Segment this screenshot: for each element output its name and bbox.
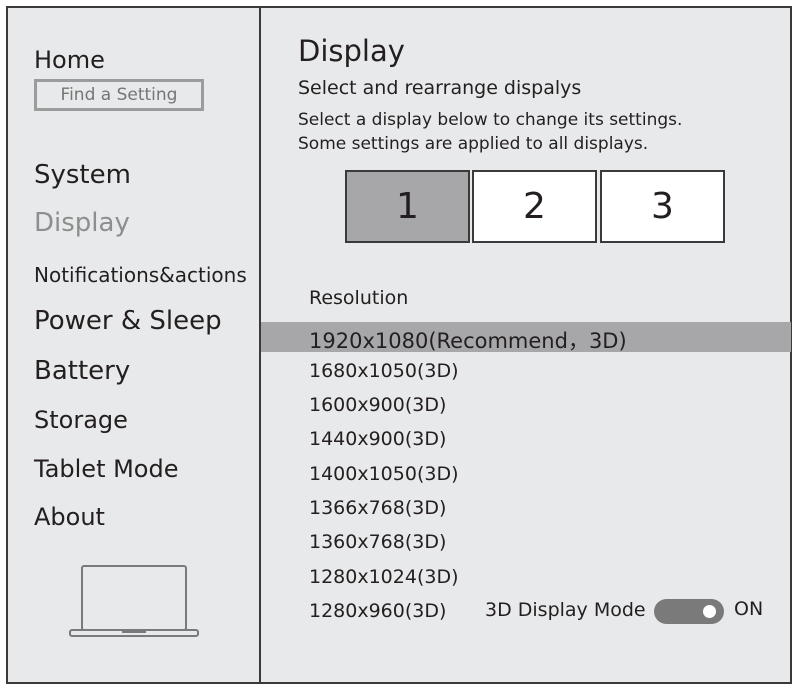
sidebar-item-tablet-mode[interactable]: Tablet Mode xyxy=(34,455,179,483)
sidebar-item-about[interactable]: About xyxy=(34,503,105,531)
resolution-option[interactable]: 1920x1080(Recommend，3D) xyxy=(309,325,627,355)
3d-mode-label: 3D Display Mode xyxy=(485,599,646,621)
resolution-option[interactable]: 1280x960(3D) xyxy=(309,600,446,622)
resolution-option[interactable]: 1280x1024(3D) xyxy=(309,566,459,588)
resolution-option[interactable]: 1366x768(3D) xyxy=(309,497,446,519)
page-subtitle: Select and rearrange dispalys xyxy=(298,77,582,99)
resolution-option[interactable]: 1400x1050(3D) xyxy=(309,463,459,485)
description-line-2: Some settings are applied to all display… xyxy=(298,134,649,154)
resolution-option[interactable]: 1680x1050(3D) xyxy=(309,360,459,382)
3d-mode-toggle[interactable] xyxy=(654,599,724,624)
sidebar-item-battery[interactable]: Battery xyxy=(34,356,130,386)
monitor-1[interactable]: 1 xyxy=(345,170,470,243)
sidebar-item-system[interactable]: System xyxy=(34,160,131,190)
3d-mode-state: ON xyxy=(734,598,764,620)
search-input[interactable] xyxy=(34,79,204,111)
resolution-option[interactable]: 1440x900(3D) xyxy=(309,428,446,450)
description-line-1: Select a display below to change its set… xyxy=(298,110,683,130)
monitor-2[interactable]: 2 xyxy=(472,170,597,243)
resolution-option[interactable]: 1360x768(3D) xyxy=(309,531,446,553)
monitor-3[interactable]: 3 xyxy=(600,170,725,243)
toggle-knob xyxy=(703,605,716,618)
sidebar-item-power-sleep[interactable]: Power & Sleep xyxy=(34,306,222,336)
sidebar-home[interactable]: Home xyxy=(34,46,105,74)
page-title: Display xyxy=(298,34,405,68)
laptop-icon xyxy=(69,565,199,637)
settings-window: Home System Display Notifications&action… xyxy=(6,6,792,684)
resolution-option[interactable]: 1600x900(3D) xyxy=(309,394,446,416)
sidebar-item-storage[interactable]: Storage xyxy=(34,406,128,434)
sidebar-item-display[interactable]: Display xyxy=(34,208,130,238)
sidebar-item-notifications[interactable]: Notifications&actions xyxy=(34,263,247,287)
resolution-label: Resolution xyxy=(309,287,409,309)
